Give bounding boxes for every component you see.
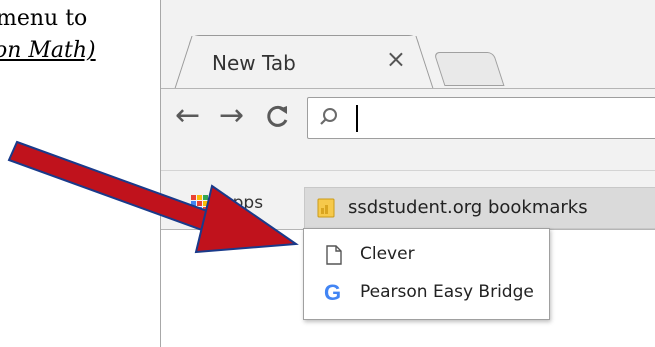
google-g-icon: G: [324, 280, 342, 305]
tab-strip: New Tab ×: [161, 0, 655, 90]
bookmark-item-clever[interactable]: Clever: [304, 237, 549, 273]
browser-toolbar: ← →: [161, 88, 655, 171]
bookmark-item-pearson[interactable]: G Pearson Easy Bridge: [304, 275, 549, 311]
bookmark-item-label: Clever: [360, 244, 415, 264]
reload-icon[interactable]: [265, 103, 291, 136]
instruction-text-line1: menu to: [0, 6, 88, 31]
apps-label: Apps: [221, 193, 264, 213]
address-input[interactable]: [348, 103, 652, 135]
back-arrow-icon[interactable]: ←: [175, 101, 200, 131]
forward-arrow-icon[interactable]: →: [219, 101, 244, 131]
bookmark-folder-label: ssdstudent.org bookmarks: [348, 197, 588, 218]
bookmark-folder-dropdown: Clever G Pearson Easy Bridge: [303, 228, 550, 320]
new-tab-button[interactable]: [433, 52, 505, 86]
folder-icon: [317, 198, 335, 218]
tab-new-tab[interactable]: New Tab ×: [189, 35, 419, 90]
tab-title: New Tab: [212, 51, 296, 75]
browser-window: New Tab × ← → Apps ssdstudent.org bookma…: [160, 0, 655, 347]
bookmark-folder-ssdstudent[interactable]: ssdstudent.org bookmarks: [304, 187, 655, 229]
page-icon: [326, 245, 342, 265]
search-icon: [320, 108, 337, 125]
instruction-text-line2: on Math): [0, 38, 96, 63]
reload-icon-svg: [267, 105, 288, 127]
text-cursor: [356, 105, 358, 132]
apps-grid-icon: [191, 195, 209, 213]
close-icon[interactable]: ×: [386, 47, 406, 71]
address-bar[interactable]: [307, 97, 655, 139]
bookmarks-bar: Apps ssdstudent.org bookmarks: [161, 170, 655, 230]
bookmark-item-label: Pearson Easy Bridge: [360, 282, 534, 302]
